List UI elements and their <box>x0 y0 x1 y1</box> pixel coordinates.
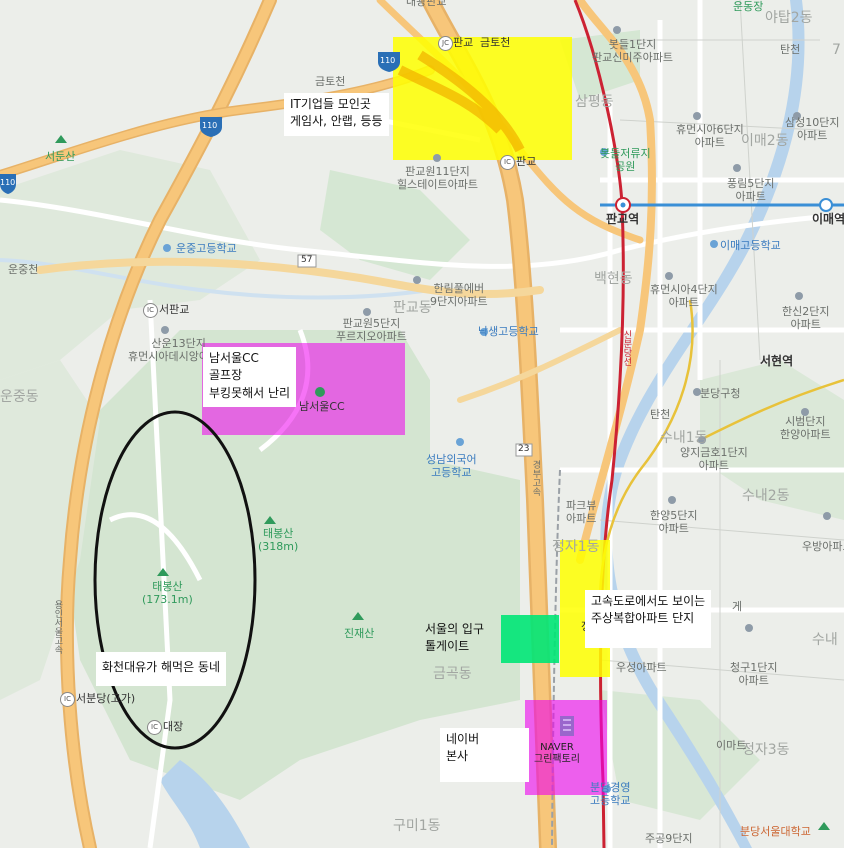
place-parkview[interactable]: 파크뷰 아파트 <box>566 499 596 525</box>
annotation-it-companies: IT기업들 모인곳 게임사, 안랩, 등등 <box>284 93 389 136</box>
place-bundang-office[interactable]: 분당구청 <box>700 387 740 401</box>
annotation-hwacheon: 화천대유가 해먹은 동네 <box>96 652 227 686</box>
annotation-naver-green: NAVER 그린팩토리 <box>534 742 580 765</box>
place-heumsia4[interactable]: 휴먼시아4단지 아파트 <box>650 283 718 309</box>
place-cheonggu1[interactable]: 청구1단지 아파트 <box>730 661 777 687</box>
station-label-seohyeon[interactable]: 서현역 <box>760 354 793 369</box>
area-label-unjung: 운중동 <box>0 389 39 405</box>
annotation-naver-hq: 네이버 본사 <box>440 728 530 782</box>
road-label-gyeongbu: 경부고속 <box>530 460 541 496</box>
naver-building-icon <box>560 716 574 736</box>
place-jeongja-partial2: 게 <box>732 600 743 613</box>
ic-daejang-label: 대장 <box>163 720 184 733</box>
area-label-imae2: 이매2동 <box>741 133 789 149</box>
highlight-tollgate <box>501 615 559 663</box>
place-hanyang5[interactable]: 한양5단지 아파트 <box>650 509 697 535</box>
ic-seopangyo-label: 서판교 <box>159 303 190 316</box>
imae-station-marker <box>819 198 833 212</box>
area-label-ya7: 7 <box>832 42 841 58</box>
road-label-bundang-line: 신분당선 <box>621 330 632 366</box>
ic-seobundang-icon: IC <box>60 692 75 707</box>
road-label-geumtocheon-top: 금토천 <box>480 36 511 49</box>
area-label-sunae-cut: 수내 <box>812 632 838 648</box>
annotation-golf: 남서울CC 골프장 부킹못해서 난리 <box>203 347 297 408</box>
place-namseoul-cc[interactable]: 남서울CC <box>299 400 345 414</box>
station-label-pangyo[interactable]: 판교역 <box>606 212 639 227</box>
place-samsung10[interactable]: 삼성10단지 아파트 <box>785 116 839 142</box>
road-label-tancheon-mid: 탄천 <box>650 408 671 421</box>
road-label-unjungcheon: 운중천 <box>8 263 39 276</box>
place-naksaeng[interactable]: 낙생고등학교 <box>478 325 539 339</box>
area-label-jeongja1: 정자1동 <box>552 539 600 555</box>
area-label-pangyo: 판교동 <box>393 300 432 316</box>
route-110-label-c: 110 <box>0 178 16 187</box>
annotation-highway-apts: 고속도로에서도 보이는 주상복합아파트 단지 <box>585 590 712 648</box>
golf-pin <box>315 387 325 397</box>
road-label-tancheon-top: 탄천 <box>780 43 801 56</box>
place-hanlim9[interactable]: 한림풀에버 9단지아파트 <box>430 282 488 308</box>
mountain-seodunsan[interactable]: 서둔산 <box>45 150 75 164</box>
area-label-yatap: 야탑2동 <box>765 10 813 26</box>
route-23-label: 23 <box>518 444 530 454</box>
place-bundang-seoul-univ[interactable]: 분당서울대학교 <box>740 825 811 839</box>
place-undongjang[interactable]: 운동장 <box>733 0 763 14</box>
annotation-tollgate: 서울의 입구 톨게이트 <box>425 622 485 654</box>
place-jugong9[interactable]: 주공9단지 <box>645 832 692 846</box>
ic-seobundang-label: 서분당(고가) <box>76 692 136 705</box>
place-ubang[interactable]: 우방아파트 <box>802 540 844 554</box>
area-label-jeongja3: 정자3동 <box>742 742 790 758</box>
place-pungnim5[interactable]: 풍림5단지 아파트 <box>727 177 774 203</box>
jc-pangyo-icon: JC <box>438 36 453 51</box>
mountain-jinjaesan[interactable]: 진재산 <box>344 627 374 641</box>
jc-pangyo-label: 판교 <box>453 36 474 49</box>
ic-seopangyo-icon: IC <box>143 303 158 318</box>
place-yangji[interactable]: 양지금호1단지 아파트 <box>680 446 748 472</box>
area-label-baekhyeon: 백현동 <box>594 271 633 287</box>
place-unjung-high[interactable]: 운중고등학교 <box>176 242 237 256</box>
place-seongnam-foreign[interactable]: 성남외국어 고등학교 <box>426 453 477 479</box>
station-label-imae[interactable]: 이매역 <box>812 212 844 227</box>
place-sibeom[interactable]: 시범단지 한양아파트 <box>780 415 831 441</box>
mountain-taebongsan-east[interactable]: 태봉산 (318m) <box>258 527 298 553</box>
pangyo-station-marker <box>615 197 631 213</box>
ic-daejang-icon: IC <box>147 720 162 735</box>
route-57-label: 57 <box>301 255 313 265</box>
road-label-geumtocheon-mid: 금토천 <box>315 75 346 88</box>
place-bot-sinmiju[interactable]: 봇들1단지 판교신미주아파트 <box>592 38 673 64</box>
place-bundang-gyeongyeong[interactable]: 분당경영 고등학교 <box>590 781 630 807</box>
route-110-label-a: 110 <box>380 56 396 65</box>
place-imae-apt[interactable]: 이마트 <box>716 739 746 753</box>
area-label-top-partial: 대왕판교 <box>406 0 447 8</box>
area-label-geumgok: 금곡동 <box>433 666 472 682</box>
area-label-sampyeong: 삼평동 <box>575 94 614 110</box>
area-label-sunae2: 수내2동 <box>742 488 790 504</box>
ic-pangyo-icon: IC <box>500 155 515 170</box>
place-pangyo11[interactable]: 판교원11단지 힐스테이트아파트 <box>397 165 478 191</box>
road-label-left-vertical: 용인서울고속 <box>52 600 63 654</box>
place-woosung[interactable]: 우성아파트 <box>616 661 667 675</box>
area-label-gumi1: 구미1동 <box>393 818 441 834</box>
route-110-label-b: 110 <box>202 121 218 130</box>
mountain-taebongsan-west[interactable]: 태봉산 (173.1m) <box>142 580 193 606</box>
place-heumsia6[interactable]: 휴먼시아6단지 아파트 <box>676 123 744 149</box>
place-imae-highschool[interactable]: 이매고등학교 <box>720 239 781 253</box>
place-botdeul-park[interactable]: 봇들저류지 공원 <box>600 147 651 173</box>
area-label-sunae1: 수내1동 <box>660 430 708 446</box>
ic-pangyo-label: 판교 <box>516 155 537 168</box>
place-hansin2[interactable]: 한신2단지 아파트 <box>782 305 829 331</box>
place-pangyo5[interactable]: 판교원5단지 푸르지오아파트 <box>336 317 407 343</box>
